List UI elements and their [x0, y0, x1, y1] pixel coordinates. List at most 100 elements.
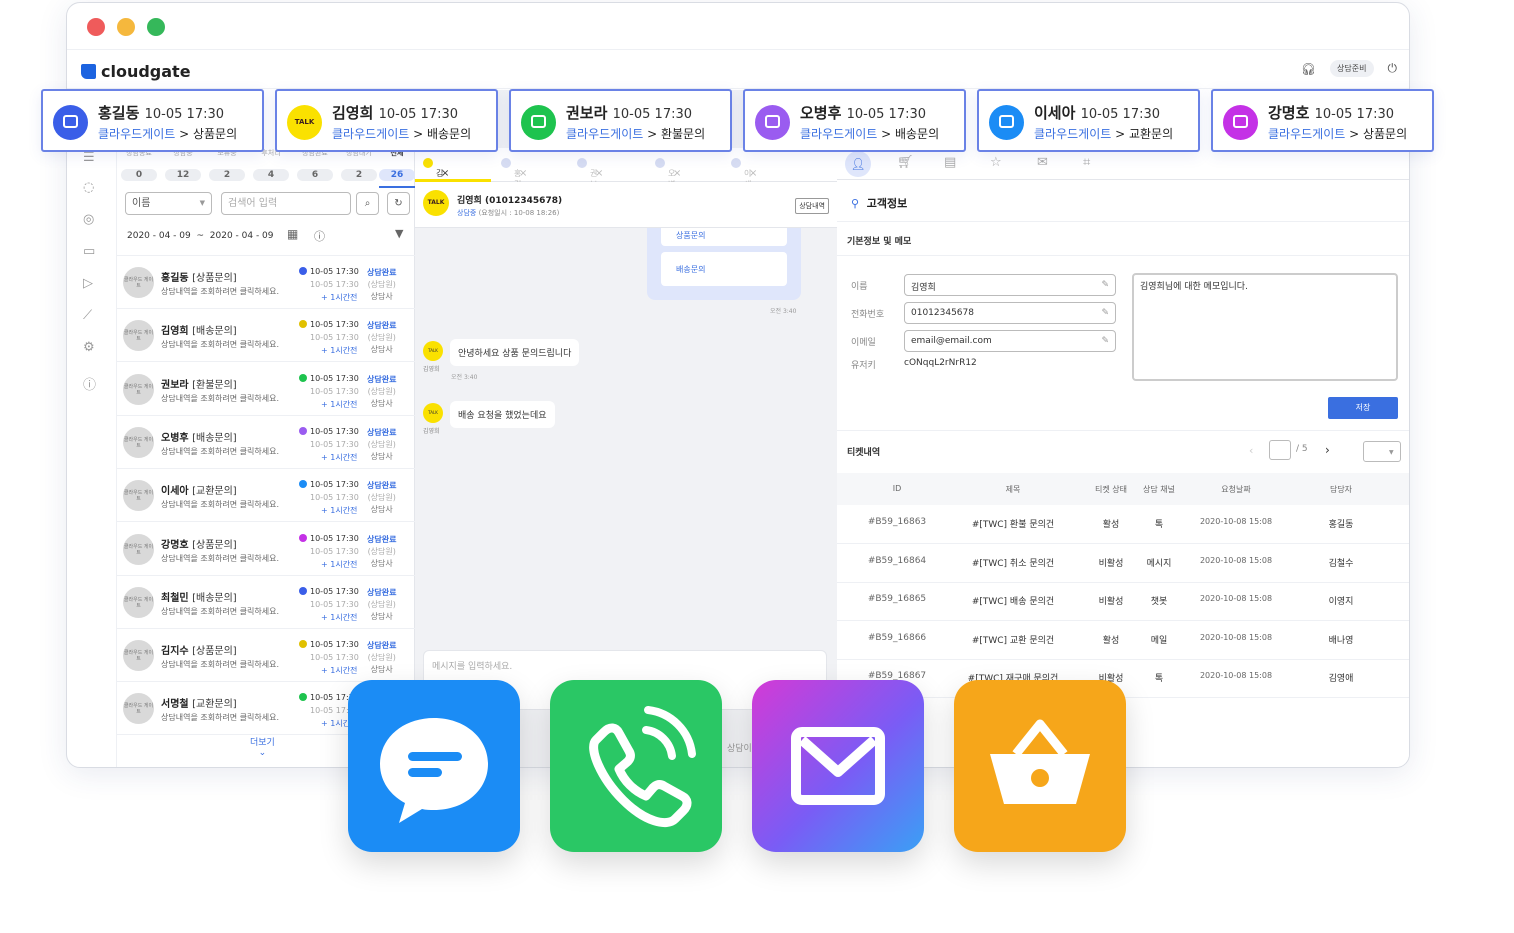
tab-status[interactable]: 후처리 4 — [253, 148, 289, 188]
chat-nav-icon[interactable]: ☰ — [83, 150, 95, 165]
cloudgate-logo[interactable]: cloudgate — [81, 62, 191, 81]
memo-textarea[interactable]: 김영희님에 대한 메모입니다. — [1132, 273, 1398, 381]
conversation-item[interactable]: 클라우드 게이트 홍길동 [상품문의] 상담내역을 조회하려면 클릭하세요. 10-0… — [117, 256, 415, 309]
chat-tab[interactable]: 권보라× — [577, 158, 603, 200]
tab-cart-icon[interactable]: 🛒︎ — [897, 155, 914, 170]
conversation-item[interactable]: 클라우드 게이트 김지수 [상품문의] 상담내역을 조회하려면 클릭하세요. 10-0… — [117, 629, 415, 683]
tab-star-icon[interactable]: ☆ — [990, 155, 1002, 170]
time-ago: + 1시간전 — [321, 506, 358, 516]
phone-field[interactable]: 01012345678 ✎ — [904, 302, 1116, 324]
channel-icon — [299, 320, 307, 329]
table-cell: #B59_16865 — [867, 594, 927, 604]
card-time: 10-05 17:30 — [1314, 107, 1395, 122]
search-icon[interactable]: ⌕ — [356, 192, 379, 215]
tab-count-badge: 6 — [297, 169, 333, 181]
conversation-item[interactable]: 클라우드 게이트 최철민 [배송문의] 상담내역을 조회하려면 클릭하세요. 10-0… — [117, 576, 415, 629]
state-agent: 상담사 — [370, 345, 393, 355]
tab-status[interactable]: 상담완료 6 — [297, 148, 333, 188]
conversation-desc: 상담내역을 조회하려면 클릭하세요. — [161, 446, 280, 456]
conversation-category: [상품문의] — [192, 273, 237, 284]
tab-customer-icon[interactable]: 👤︎ — [845, 151, 871, 177]
table-cell: #B59_16866 — [867, 632, 927, 643]
more-button[interactable]: 더보기 ⌄ — [250, 735, 275, 758]
chat-tab[interactable]: 이세아× — [731, 158, 757, 200]
path-separator: > — [1111, 127, 1129, 141]
close-window-button[interactable] — [87, 18, 105, 36]
tab-status[interactable]: 상담종료 0 — [121, 148, 157, 188]
search-input[interactable]: 검색어 입력 — [221, 192, 351, 215]
tab-list-icon[interactable]: ▤ — [944, 155, 956, 170]
incoming-chat-card[interactable]: 강명호 10-05 17:30 클라우드게이트 > 상품문의 — [1211, 89, 1434, 152]
menu-item[interactable]: 상품문의 — [661, 228, 787, 246]
menu-item[interactable]: 배송문의 — [661, 252, 787, 286]
conversation-state: 상담완료 (상담원) 상담사 — [367, 267, 396, 303]
ticket-row[interactable]: #B59_16866 #[TWC] 교환 문의건 활성 메일 2020-10-08 15… — [837, 622, 1409, 660]
chat-tabs: 김영희× 홍길동× 권보라× 오병후× 이세아× — [415, 148, 837, 200]
chat-header: TALK 김영희 (01012345678) 상담중 (요청일시 : 10-08… — [415, 182, 837, 228]
status-badge[interactable]: 상담준비 — [1330, 60, 1374, 77]
email-field[interactable]: email@email.com ✎ — [904, 330, 1116, 352]
close-tab-icon[interactable]: × — [595, 168, 603, 179]
history-button[interactable]: 상담내역 — [795, 198, 829, 214]
conversation-item[interactable]: 클라우드 게이트 김영희 [배송문의] 상담내역을 조회하려면 클릭하세요. 10-0… — [117, 309, 415, 363]
incoming-chat-card[interactable]: 이세아 10-05 17:30 클라우드게이트 > 교환문의 — [977, 89, 1200, 152]
ticket-nav-icon[interactable]: ▭ — [83, 244, 95, 259]
tab-status[interactable]: 전체 26 — [379, 148, 415, 188]
info-icon[interactable]: ⓘ — [314, 228, 325, 244]
time-ago: + 1시간전 — [321, 293, 358, 302]
tab-count-badge: 0 — [121, 169, 157, 181]
stats-nav-icon[interactable]: ⟋ — [83, 308, 92, 323]
ticket-row[interactable]: #B59_16865 #[TWC] 배송 문의건 비활성 챗봇 2020-10-08 1… — [837, 583, 1409, 621]
chat-tab[interactable]: 김영희× — [423, 158, 449, 200]
table-cell: 비활성 — [1098, 558, 1124, 569]
ticket-row[interactable]: #B59_16864 #[TWC] 취소 문의건 비활성 메시지 2020-10-08 … — [837, 545, 1409, 583]
chat-tab-icon — [577, 158, 587, 168]
next-page-icon[interactable]: › — [1325, 443, 1330, 457]
message-nav-icon[interactable]: ◌ — [83, 180, 94, 195]
headset-icon[interactable]: 🎧︎ — [1301, 62, 1316, 76]
conversation-category: [상품문의] — [192, 646, 237, 658]
tab-status[interactable]: 보류중 2 — [209, 148, 245, 188]
close-tab-icon[interactable]: × — [673, 168, 681, 179]
conversation-item[interactable]: 클라우드 게이트 강명호 [상품문의] 상담내역을 조회하려면 클릭하세요. 10-0… — [117, 523, 415, 576]
tab-coupon-icon[interactable]: ⌗ — [1083, 155, 1090, 170]
prev-page-icon[interactable]: ‹ — [1249, 444, 1253, 457]
whatsapp-nav-icon[interactable]: ◎ — [83, 212, 94, 227]
name-field[interactable]: 김영희 ✎ — [904, 274, 1116, 296]
incoming-chat-card[interactable]: 홍길동 10-05 17:30 클라우드게이트 > 상품문의 — [41, 89, 264, 152]
state-sub: (상담원) — [367, 386, 396, 396]
chat-tab[interactable]: 오병후× — [655, 158, 681, 200]
incoming-chat-card[interactable]: 권보라 10-05 17:30 클라우드게이트 > 환불문의 — [509, 89, 732, 152]
send-nav-icon[interactable]: ▷ — [83, 276, 93, 291]
close-tab-icon[interactable]: × — [519, 168, 527, 179]
settings-nav-icon[interactable]: ⚙︎ — [83, 340, 95, 355]
incoming-chat-card[interactable]: TALK 김영희 10-05 17:30 클라우드게이트 > 배송문의 — [275, 89, 498, 152]
ticket-row[interactable]: #B59_16863 #[TWC] 환불 문의건 활성 톡 2020-10-08 15:… — [837, 506, 1409, 544]
kakao-avatar-icon: TALK — [423, 403, 443, 423]
conversation-item[interactable]: 클라우드 게이트 권보라 [환불문의] 상담내역을 조회하려면 클릭하세요. 10-0… — [117, 363, 415, 416]
tab-status[interactable]: 상담대기 2 — [341, 148, 377, 188]
chat-channel-tile — [348, 680, 520, 852]
minimize-window-button[interactable] — [117, 18, 135, 36]
info-nav-icon[interactable]: ⓘ — [83, 374, 96, 393]
save-button[interactable]: 저장 — [1328, 397, 1398, 419]
tab-mail-icon[interactable]: ✉︎ — [1037, 155, 1048, 170]
time-secondary: 10-05 17:30 — [310, 493, 359, 503]
search-field-select[interactable]: 이름 ▼ — [125, 192, 212, 215]
page-input[interactable] — [1269, 440, 1291, 460]
conversation-item[interactable]: 클라우드 게이트 이세아 [교환문의] 상담내역을 조회하려면 클릭하세요. 10-0… — [117, 469, 415, 523]
tickets-title: 티켓내역 — [847, 448, 881, 458]
close-tab-icon[interactable]: × — [441, 168, 449, 179]
power-icon[interactable]: ⏻ — [1388, 61, 1398, 76]
close-tab-icon[interactable]: × — [749, 168, 757, 179]
calendar-icon[interactable]: ▦ — [287, 227, 298, 241]
tab-status[interactable]: 상담중 12 — [165, 148, 201, 188]
refresh-icon[interactable]: ↻ — [387, 192, 410, 215]
date-range[interactable]: 2020 - 04 - 09 ~ 2020 - 04 - 09 — [127, 231, 274, 241]
incoming-chat-card[interactable]: 오병후 10-05 17:30 클라우드게이트 > 배송문의 — [743, 89, 966, 152]
conversation-item[interactable]: 클라우드 게이트 오병후 [배송문의] 상담내역을 조회하려면 클릭하세요. 10-0… — [117, 416, 415, 469]
chat-tab[interactable]: 홍길동× — [501, 158, 527, 200]
maximize-window-button[interactable] — [147, 18, 165, 36]
page-size-select[interactable]: ▼ — [1363, 441, 1401, 462]
filter-icon[interactable]: ▼ — [395, 227, 403, 240]
